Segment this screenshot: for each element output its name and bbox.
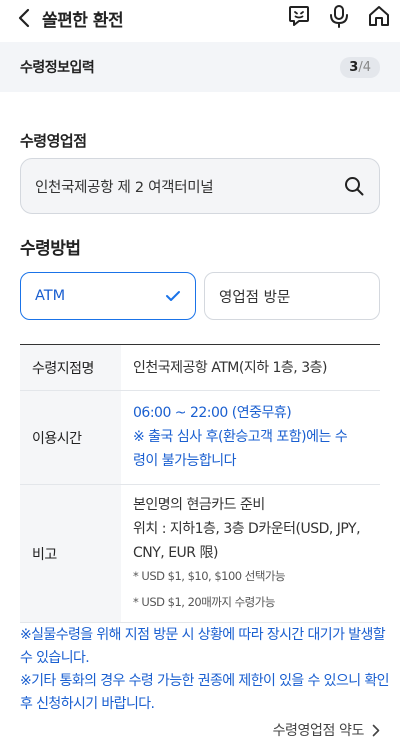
branch-search-field[interactable]: 인천국제공항 제 2 여객터미널	[20, 158, 380, 214]
step-bar: 수령정보입력 3/4	[0, 42, 400, 92]
remark-line: CNY, EUR 限)	[133, 545, 218, 561]
top-bar: 쏠편한 환전	[0, 0, 400, 36]
remark-note: * USD $1, $10, $100 선택가능	[133, 569, 286, 583]
remark-line: 본인명의 현금카드 준비	[133, 497, 265, 513]
table-row-head: 이용시간	[20, 391, 121, 484]
table-row: 비고 본인명의 현금카드 준비 위치 : 지하1층, 3층 D카운터(USD, …	[20, 485, 380, 623]
table-row-value: 06:00 ~ 22:00 (연중무휴) ※ 출국 심사 후(환승고객 포함)에…	[121, 391, 380, 484]
method-option-atm[interactable]: ATM	[20, 272, 196, 320]
branch-map-link[interactable]: 수령영업점 약도	[273, 720, 380, 740]
method-option-label: 영업점 방문	[219, 289, 291, 306]
hours-value: 06:00 ~ 22:00 (연중무휴)	[133, 405, 292, 421]
table-row-value: 본인명의 현금카드 준비 위치 : 지하1층, 3층 D카운터(USD, JPY…	[121, 485, 380, 622]
home-button[interactable]	[366, 2, 392, 30]
branch-name-value: 인천국제공항 ATM(지하 1층, 3층)	[133, 359, 327, 376]
hours-notice-line: 령이 불가능합니다	[133, 453, 237, 469]
chat-icon	[289, 6, 309, 26]
search-icon[interactable]	[343, 175, 365, 197]
top-icon-group	[286, 2, 392, 30]
table-row-head: 수령지점명	[20, 345, 121, 390]
microphone-icon	[330, 5, 348, 28]
check-icon	[166, 291, 180, 301]
remark-note: * USD $1, 20매까지 수령가능	[133, 595, 275, 609]
branch-map-link-label: 수령영업점 약도	[272, 723, 365, 739]
page-title: 쏠편한 환전	[42, 10, 124, 31]
back-button[interactable]	[12, 2, 36, 34]
chevron-left-icon	[18, 8, 30, 28]
table-row-value: 인천국제공항 ATM(지하 1층, 3층)	[121, 345, 380, 390]
home-icon	[369, 6, 389, 26]
remark-line: 위치 : 지하1층, 3층 D카운터(USD, JPY,	[133, 521, 361, 537]
step-indicator: 3/4	[340, 56, 380, 78]
method-option-label: ATM	[35, 288, 66, 304]
chevron-right-icon	[372, 724, 380, 736]
step-title: 수령정보입력	[20, 60, 95, 76]
step-current: 3	[349, 59, 359, 75]
method-label: 수령방법	[20, 239, 81, 259]
chat-button[interactable]	[286, 2, 312, 30]
branch-label: 수령영업점	[20, 132, 87, 150]
notice-block: ※실물수령을 위해 지점 방문 시 상황에 따라 장시간 대기가 발생할 수 있…	[20, 624, 390, 716]
notice-text: ※기타 통화의 경우 수령 가능한 권종에 제한이 있을 수 있으니 확인 후 …	[20, 673, 390, 712]
method-option-branch-visit[interactable]: 영업점 방문	[204, 272, 380, 320]
step-total: 4	[362, 59, 371, 75]
table-row: 수령지점명 인천국제공항 ATM(지하 1층, 3층)	[20, 345, 380, 391]
hours-notice-line: ※ 출국 심사 후(환승고객 포함)에는 수	[133, 429, 348, 445]
branch-value: 인천국제공항 제 2 여객터미널	[35, 179, 214, 196]
notice-text: ※실물수령을 위해 지점 방문 시 상황에 따라 장시간 대기가 발생할 수 있…	[20, 627, 386, 666]
table-row-head: 비고	[20, 485, 121, 622]
table-row: 이용시간 06:00 ~ 22:00 (연중무휴) ※ 출국 심사 후(환승고객…	[20, 391, 380, 485]
voice-button[interactable]	[326, 2, 352, 30]
pickup-info-table: 수령지점명 인천국제공항 ATM(지하 1층, 3층) 이용시간 06:00 ~…	[20, 344, 380, 623]
